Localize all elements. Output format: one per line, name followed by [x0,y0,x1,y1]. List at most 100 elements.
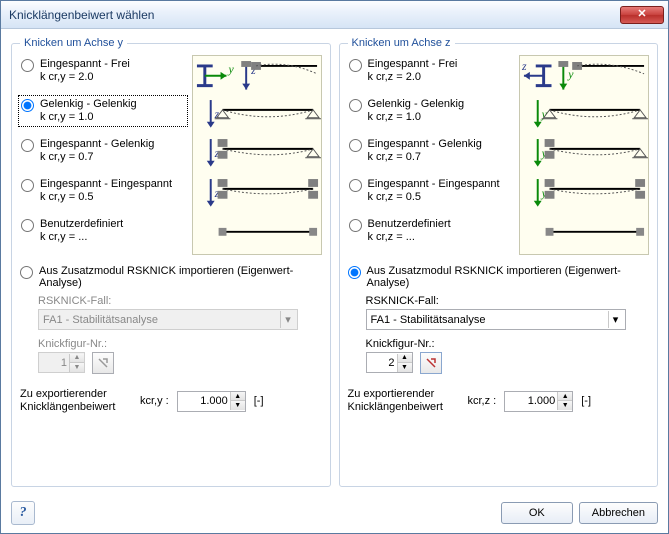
import-radio-y[interactable]: Aus Zusatzmodul RSKNICK importieren (Eig… [20,265,322,289]
export-coef-z: kcr,z : [468,395,497,407]
radio-z-2[interactable]: Eingespannt - Gelenkig k cr,z = 0.7 [348,137,514,165]
export-spinner-y[interactable]: ▲▼ [177,391,246,412]
upper-y: Eingespannt - Frei k cr,y = 2.0 Gelenkig… [20,55,322,255]
mode-input-y [39,357,69,369]
help-icon: ? [20,505,27,521]
mode-spinner-z[interactable]: ▲▼ [366,352,413,373]
import-radio-input-z[interactable] [348,266,361,279]
diagram-y-4 [193,214,321,254]
radio-input-y-2[interactable] [21,139,34,152]
group-axis-y: Knicken um Achse y Eingespannt - Frei k … [11,37,331,487]
pick-icon [96,356,110,370]
content-area: Knicken um Achse y Eingespannt - Frei k … [1,29,668,493]
spin-down-icon[interactable]: ▼ [398,363,412,372]
window-title: Knicklängenbeiwert wählen [9,8,620,22]
spin-down-icon[interactable]: ▼ [231,401,245,410]
close-icon: ✕ [637,9,646,20]
import-radio-label-z: Aus Zusatzmodul RSKNICK importieren (Eig… [367,265,650,289]
radio-z-4[interactable]: Benutzerdefiniert k cr,z = ... [348,217,514,245]
pick-mode-button-y [92,352,114,374]
diagram-z-1: y [520,96,648,136]
import-radio-label-y: Aus Zusatzmodul RSKNICK importieren (Eig… [39,265,322,289]
export-coef-y: kcr,y : [140,395,169,407]
radio-y-4[interactable]: Benutzerdefiniert k cr,y = ... [20,217,186,245]
radio-input-z-3[interactable] [349,179,362,192]
diagram-y-1: z [193,96,321,136]
diagram-z-3: y [520,175,648,215]
dialog-window: Knicklängenbeiwert wählen ✕ Knicken um A… [0,0,669,534]
group-legend-z: Knicken um Achse z [348,37,455,49]
case-dropdown-z[interactable]: FA1 - Stabilitätsanalyse ▾ [366,309,626,330]
spin-up-icon[interactable]: ▲ [231,392,245,401]
radio-input-z-1[interactable] [349,99,362,112]
import-block-z: RSKNICK-Fall: FA1 - Stabilitätsanalyse ▾… [366,295,650,374]
ok-button[interactable]: OK [501,502,573,524]
group-legend-y: Knicken um Achse y [20,37,127,49]
help-button[interactable]: ? [11,501,35,525]
diagram-z-axis: z y [520,56,648,96]
mode-spinner-y: ▲▼ [38,352,85,373]
import-radio-input-y[interactable] [20,266,33,279]
radio-y-0[interactable]: Eingespannt - Frei k cr,y = 2.0 [20,57,186,85]
radio-label-y-0: Eingespannt - Frei k cr,y = 2.0 [40,58,130,84]
radio-z-0[interactable]: Eingespannt - Frei k cr,z = 2.0 [348,57,514,85]
diagram-y-2: z [193,135,321,175]
chevron-down-icon[interactable]: ▾ [608,311,623,328]
chevron-down-icon: ▾ [280,311,295,328]
group-axis-z: Knicken um Achse z Eingespannt - Frei k … [339,37,659,487]
radio-input-z-2[interactable] [349,139,362,152]
export-unit-y: [-] [254,395,264,407]
import-radio-z[interactable]: Aus Zusatzmodul RSKNICK importieren (Eig… [348,265,650,289]
radio-y-3[interactable]: Eingespannt - Eingespannt k cr,y = 0.5 [20,177,186,205]
case-label-z: RSKNICK-Fall: [366,295,650,307]
case-dropdown-y: FA1 - Stabilitätsanalyse ▾ [38,309,298,330]
spin-up-icon[interactable]: ▲ [558,392,572,401]
spin-down-icon: ▼ [70,363,84,372]
export-label-y: Zu exportierender Knicklängenbeiwert [20,388,132,414]
titlebar: Knicklängenbeiwert wählen ✕ [1,1,668,29]
export-row-z: Zu exportierender Knicklängenbeiwert kcr… [348,388,650,414]
export-input-y[interactable] [178,395,230,407]
radio-input-y-3[interactable] [21,179,34,192]
radio-z-1[interactable]: Gelenkig - Gelenkig k cr,z = 1.0 [348,97,514,125]
radio-input-y-0[interactable] [21,59,34,72]
case-label-y: RSKNICK-Fall: [38,295,322,307]
radio-input-z-0[interactable] [349,59,362,72]
radio-y-1[interactable]: Gelenkig - Gelenkig k cr,y = 1.0 [20,97,186,125]
radio-label-y-4: Benutzerdefiniert k cr,y = ... [40,218,123,244]
close-button[interactable]: ✕ [620,6,664,24]
diagram-panel-z: z y [519,55,649,255]
mode-label-z: Knickfigur-Nr.: [366,338,650,350]
diagram-y-axis: y z [193,56,321,96]
mode-input-z[interactable] [367,357,397,369]
upper-z: Eingespannt - Frei k cr,z = 2.0 Gelenkig… [348,55,650,255]
export-row-y: Zu exportierender Knicklängenbeiwert kcr… [20,388,322,414]
radio-list-y: Eingespannt - Frei k cr,y = 2.0 Gelenkig… [20,55,186,255]
radio-label-y-1: Gelenkig - Gelenkig k cr,y = 1.0 [40,98,137,124]
spin-down-icon[interactable]: ▼ [558,401,572,410]
radio-list-z: Eingespannt - Frei k cr,z = 2.0 Gelenkig… [348,55,514,255]
footer: ? OK Abbrechen [1,493,668,533]
spin-up-icon[interactable]: ▲ [398,354,412,363]
pick-icon [424,356,438,370]
svg-text:z: z [521,59,527,73]
diagram-y-3: z [193,175,321,215]
radio-label-y-2: Eingespannt - Gelenkig k cr,y = 0.7 [40,138,154,164]
cancel-button[interactable]: Abbrechen [579,502,658,524]
diagram-panel-y: y z [192,55,322,255]
radio-input-y-1[interactable] [21,99,34,112]
radio-z-3[interactable]: Eingespannt - Eingespannt k cr,z = 0.5 [348,177,514,205]
radio-label-y-3: Eingespannt - Eingespannt k cr,y = 0.5 [40,178,172,204]
export-spinner-z[interactable]: ▲▼ [504,391,573,412]
diagram-z-4 [520,214,648,254]
radio-y-2[interactable]: Eingespannt - Gelenkig k cr,y = 0.7 [20,137,186,165]
export-input-z[interactable] [505,395,557,407]
spin-up-icon: ▲ [70,354,84,363]
axis-label-y1: y [227,62,234,76]
mode-label-y: Knickfigur-Nr.: [38,338,322,350]
export-unit-z: [-] [581,395,591,407]
radio-input-z-4[interactable] [349,219,362,232]
import-block-y: RSKNICK-Fall: FA1 - Stabilitätsanalyse ▾… [38,295,322,374]
pick-mode-button-z[interactable] [420,352,442,374]
radio-input-y-4[interactable] [21,219,34,232]
